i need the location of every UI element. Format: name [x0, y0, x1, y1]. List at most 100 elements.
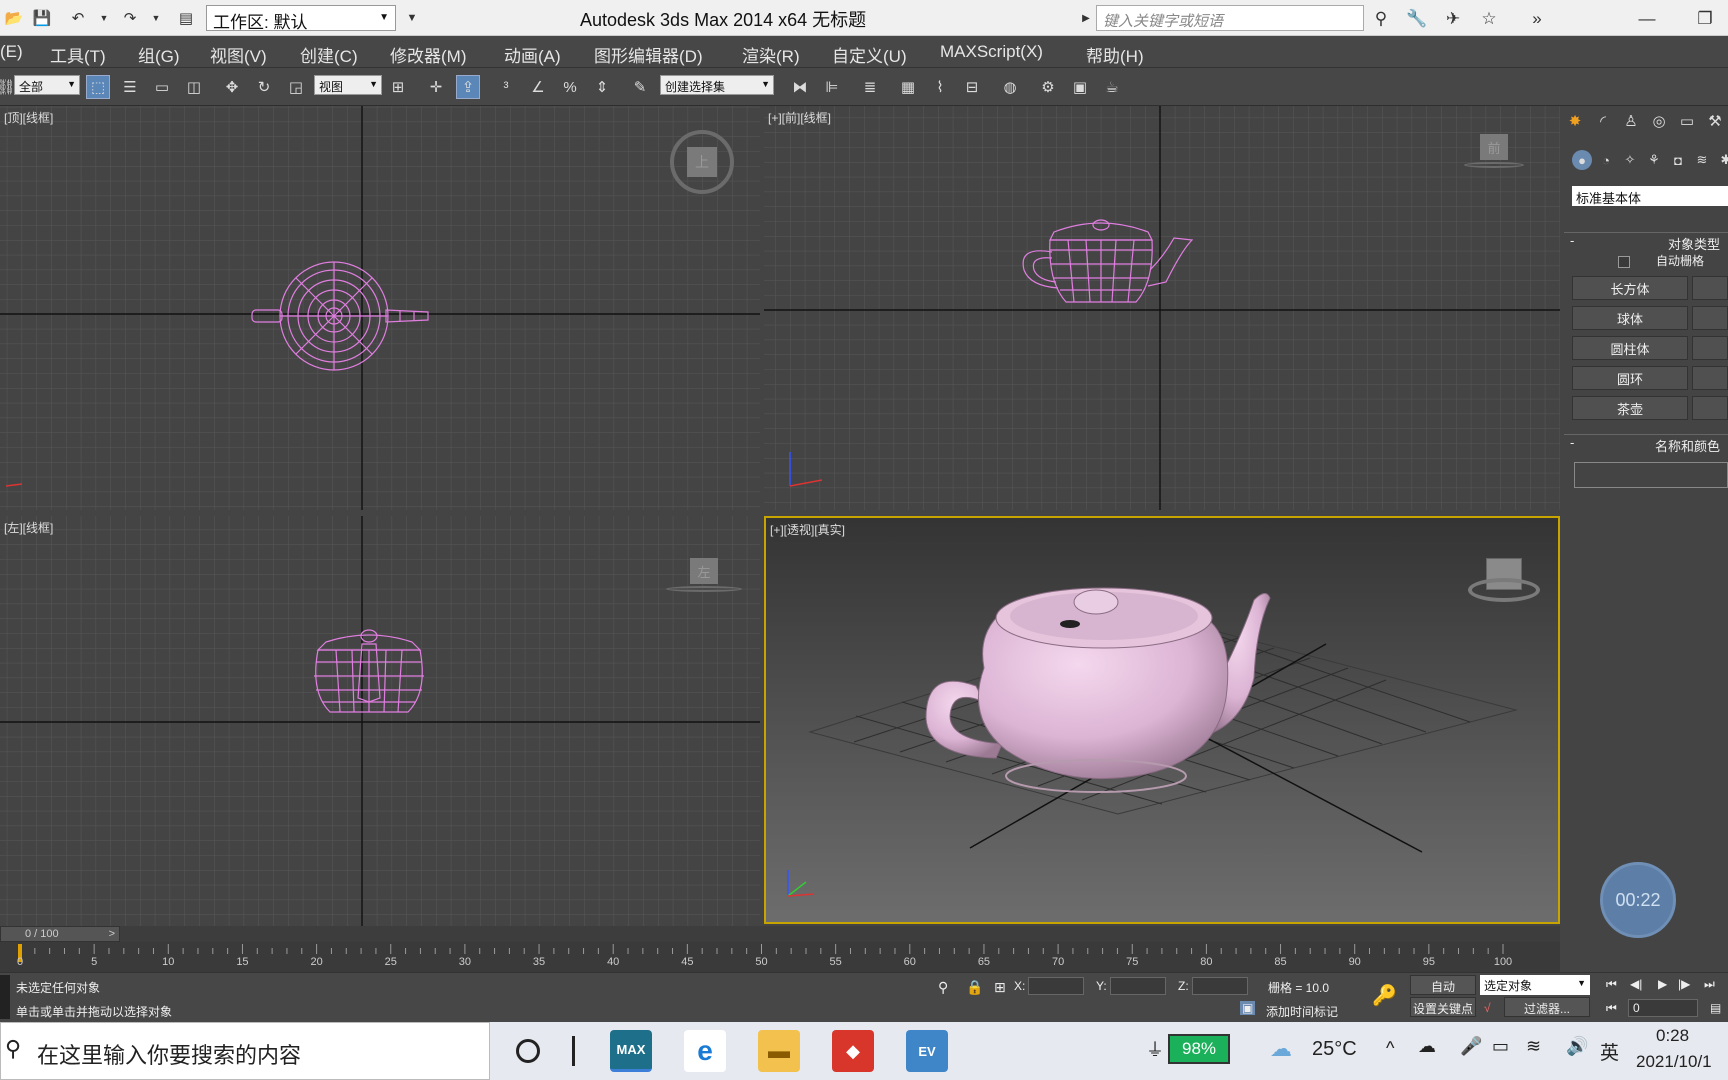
rendered-frame-window-icon[interactable]: ▣ [1068, 75, 1092, 99]
geometry-icon[interactable]: ● [1572, 150, 1592, 170]
viewport-label[interactable]: [左][线框] [4, 519, 53, 536]
customize-quick-access-icon[interactable]: ▼ [400, 6, 424, 30]
undo-dropdown-icon[interactable]: ▼ [92, 6, 116, 30]
volume-icon[interactable]: 🔊 [1566, 1036, 1588, 1057]
taskbar-search-input[interactable]: ⚲ 在这里输入你要搜索的内容 [0, 1022, 490, 1080]
space-warps-icon[interactable]: ≋ [1692, 150, 1712, 170]
key-filter-icon[interactable]: √ [1484, 1001, 1491, 1015]
render-production-icon[interactable]: ☕ [1100, 75, 1124, 99]
viewcube-icon[interactable]: 前 [1464, 134, 1524, 170]
edit-named-selection-icon[interactable]: ✎ [628, 75, 652, 99]
object-category-select[interactable]: 标准基本体 [1572, 186, 1728, 206]
cameras-icon[interactable]: ⚘ [1644, 150, 1664, 170]
temperature[interactable]: 25°C [1312, 1038, 1357, 1061]
viewport-top[interactable]: [顶][线框] 上 [0, 106, 760, 510]
autogrid-checkbox[interactable] [1618, 256, 1630, 268]
selection-filter-select[interactable]: 全部 ▼ [14, 75, 80, 95]
percent-snap-icon[interactable]: % [558, 75, 582, 99]
viewport-perspective[interactable]: [+][透视][真实] [764, 516, 1560, 924]
keyboard-shortcut-override-icon[interactable]: ⇪ [456, 75, 480, 99]
viewcube-icon[interactable] [1468, 558, 1540, 606]
time-tag-icon[interactable]: ▣ [1240, 1001, 1256, 1015]
select-object-icon[interactable]: ⬚ [86, 75, 110, 99]
z-coordinate-field[interactable] [1192, 977, 1248, 995]
utilities-tab-icon[interactable]: ⚒ [1704, 110, 1726, 132]
favorites-star-icon[interactable]: ☆ [1476, 6, 1502, 32]
angle-snap-icon[interactable]: ∠ [526, 75, 550, 99]
pyramid-button[interactable] [1692, 366, 1728, 390]
microphone-icon[interactable]: 🎤 [1460, 1036, 1482, 1057]
create-tab-icon[interactable]: ✸ [1564, 110, 1586, 132]
key-filters-button[interactable]: 过滤器... [1504, 997, 1590, 1017]
redo-dropdown-icon[interactable]: ▼ [144, 6, 168, 30]
schematic-view-icon[interactable]: ⊟ [960, 75, 984, 99]
3ds-max-taskbar-icon[interactable]: MAX [610, 1030, 652, 1072]
onedrive-icon[interactable]: ☁ [1418, 1036, 1436, 1057]
show-hidden-icons-icon[interactable]: ^ [1386, 1038, 1394, 1059]
box-button[interactable]: 长方体 [1572, 276, 1688, 300]
task-view-icon[interactable] [572, 1036, 575, 1066]
isolate-icon[interactable]: ⚲ [938, 979, 948, 996]
material-editor-icon[interactable]: ◍ [998, 75, 1022, 99]
absolute-mode-icon[interactable]: ⊞ [994, 979, 1006, 996]
modify-tab-icon[interactable]: ◜ [1592, 110, 1614, 132]
rollout-name-color[interactable]: - 名称和颜色 [1564, 434, 1728, 454]
restore-icon[interactable]: ❐ [1692, 6, 1718, 32]
file-explorer-taskbar-icon[interactable]: ▬ [758, 1030, 800, 1072]
curve-editor-icon[interactable]: ⌇ [928, 75, 952, 99]
wifi-icon[interactable]: ≋ [1526, 1036, 1541, 1057]
input-method-indicator[interactable]: 英 [1600, 1038, 1619, 1065]
graphite-ribbon-icon[interactable]: ▦ [896, 75, 920, 99]
subscription-icon[interactable]: ✈ [1440, 6, 1466, 32]
layer-manager-icon[interactable]: ≣ [858, 75, 882, 99]
menu-animation[interactable]: 动画(A) [504, 42, 561, 67]
x-coordinate-field[interactable] [1028, 977, 1084, 995]
torus-button[interactable]: 圆环 [1572, 366, 1688, 390]
menu-customize[interactable]: 自定义(U) [832, 42, 907, 67]
set-key-button[interactable]: 设置关键点 [1410, 997, 1476, 1017]
select-by-name-icon[interactable]: ☰ [118, 75, 142, 99]
cylinder-button[interactable]: 圆柱体 [1572, 336, 1688, 360]
lights-icon[interactable]: ✧ [1620, 150, 1640, 170]
object-name-field[interactable] [1574, 462, 1728, 488]
viewcube-icon[interactable]: 上 [670, 130, 734, 194]
expand-arrow-icon[interactable]: ▶ [1074, 6, 1098, 30]
systems-icon[interactable]: ✱ [1716, 150, 1728, 170]
key-mode-toggle-icon[interactable]: ⏮ [1606, 1001, 1617, 1016]
rollout-object-type[interactable]: - 对象类型 [1564, 232, 1728, 252]
viewcube-icon[interactable]: 左 [666, 558, 742, 598]
spinner-snap-icon[interactable]: ⇕ [590, 75, 614, 99]
go-to-end-icon[interactable]: ⏭ [1704, 977, 1715, 992]
maxscript-listener-icon[interactable] [0, 975, 10, 1019]
menu-graph-editors[interactable]: 图形编辑器(D) [594, 42, 703, 67]
add-time-tag[interactable]: 添加时间标记 [1266, 1003, 1338, 1020]
battery-indicator[interactable]: 98% [1168, 1034, 1230, 1064]
power-plug-icon[interactable]: ⏚ [1146, 1036, 1164, 1062]
menu-group[interactable]: 组(G) [138, 42, 180, 67]
play-icon[interactable]: ▶ [1658, 977, 1667, 991]
mirror-icon[interactable]: ⧓ [788, 75, 812, 99]
helpers-icon[interactable]: ◘ [1668, 150, 1688, 170]
edge-taskbar-icon[interactable]: e [684, 1030, 726, 1072]
viewport-label[interactable]: [+][透视][真实] [770, 521, 845, 538]
menu-rendering[interactable]: 渲染(R) [742, 42, 800, 67]
sphere-button[interactable]: 球体 [1572, 306, 1688, 330]
viewport-left[interactable]: [左][线框] 左 [0, 516, 760, 926]
weather-cloud-icon[interactable]: ☁ [1270, 1036, 1292, 1062]
menu-modifiers[interactable]: 修改器(M) [390, 42, 466, 67]
next-frame-button-icon[interactable]: |▶ [1678, 977, 1690, 991]
search-input[interactable]: 键入关键字或短语 [1096, 5, 1364, 31]
sketchup-taskbar-icon[interactable]: ◆ [832, 1030, 874, 1072]
move-icon[interactable]: ✥ [220, 75, 244, 99]
clock-time[interactable]: 0:28 [1656, 1026, 1689, 1046]
lock-selection-icon[interactable]: 🔒 [966, 979, 983, 996]
rectangular-region-icon[interactable]: ▭ [150, 75, 174, 99]
tools-icon[interactable]: 🔧 [1404, 6, 1430, 32]
time-configuration-icon[interactable]: ▤ [1710, 1001, 1721, 1015]
save-icon[interactable]: 💾 [30, 6, 54, 30]
snaps-toggle-icon[interactable]: ³ [494, 75, 518, 99]
pivot-center-icon[interactable]: ⊞ [386, 75, 410, 99]
menu-tools[interactable]: 工具(T) [50, 42, 106, 67]
workspace-select[interactable]: 工作区: 默认 ▼ [206, 5, 396, 32]
scale-icon[interactable]: ◲ [284, 75, 308, 99]
